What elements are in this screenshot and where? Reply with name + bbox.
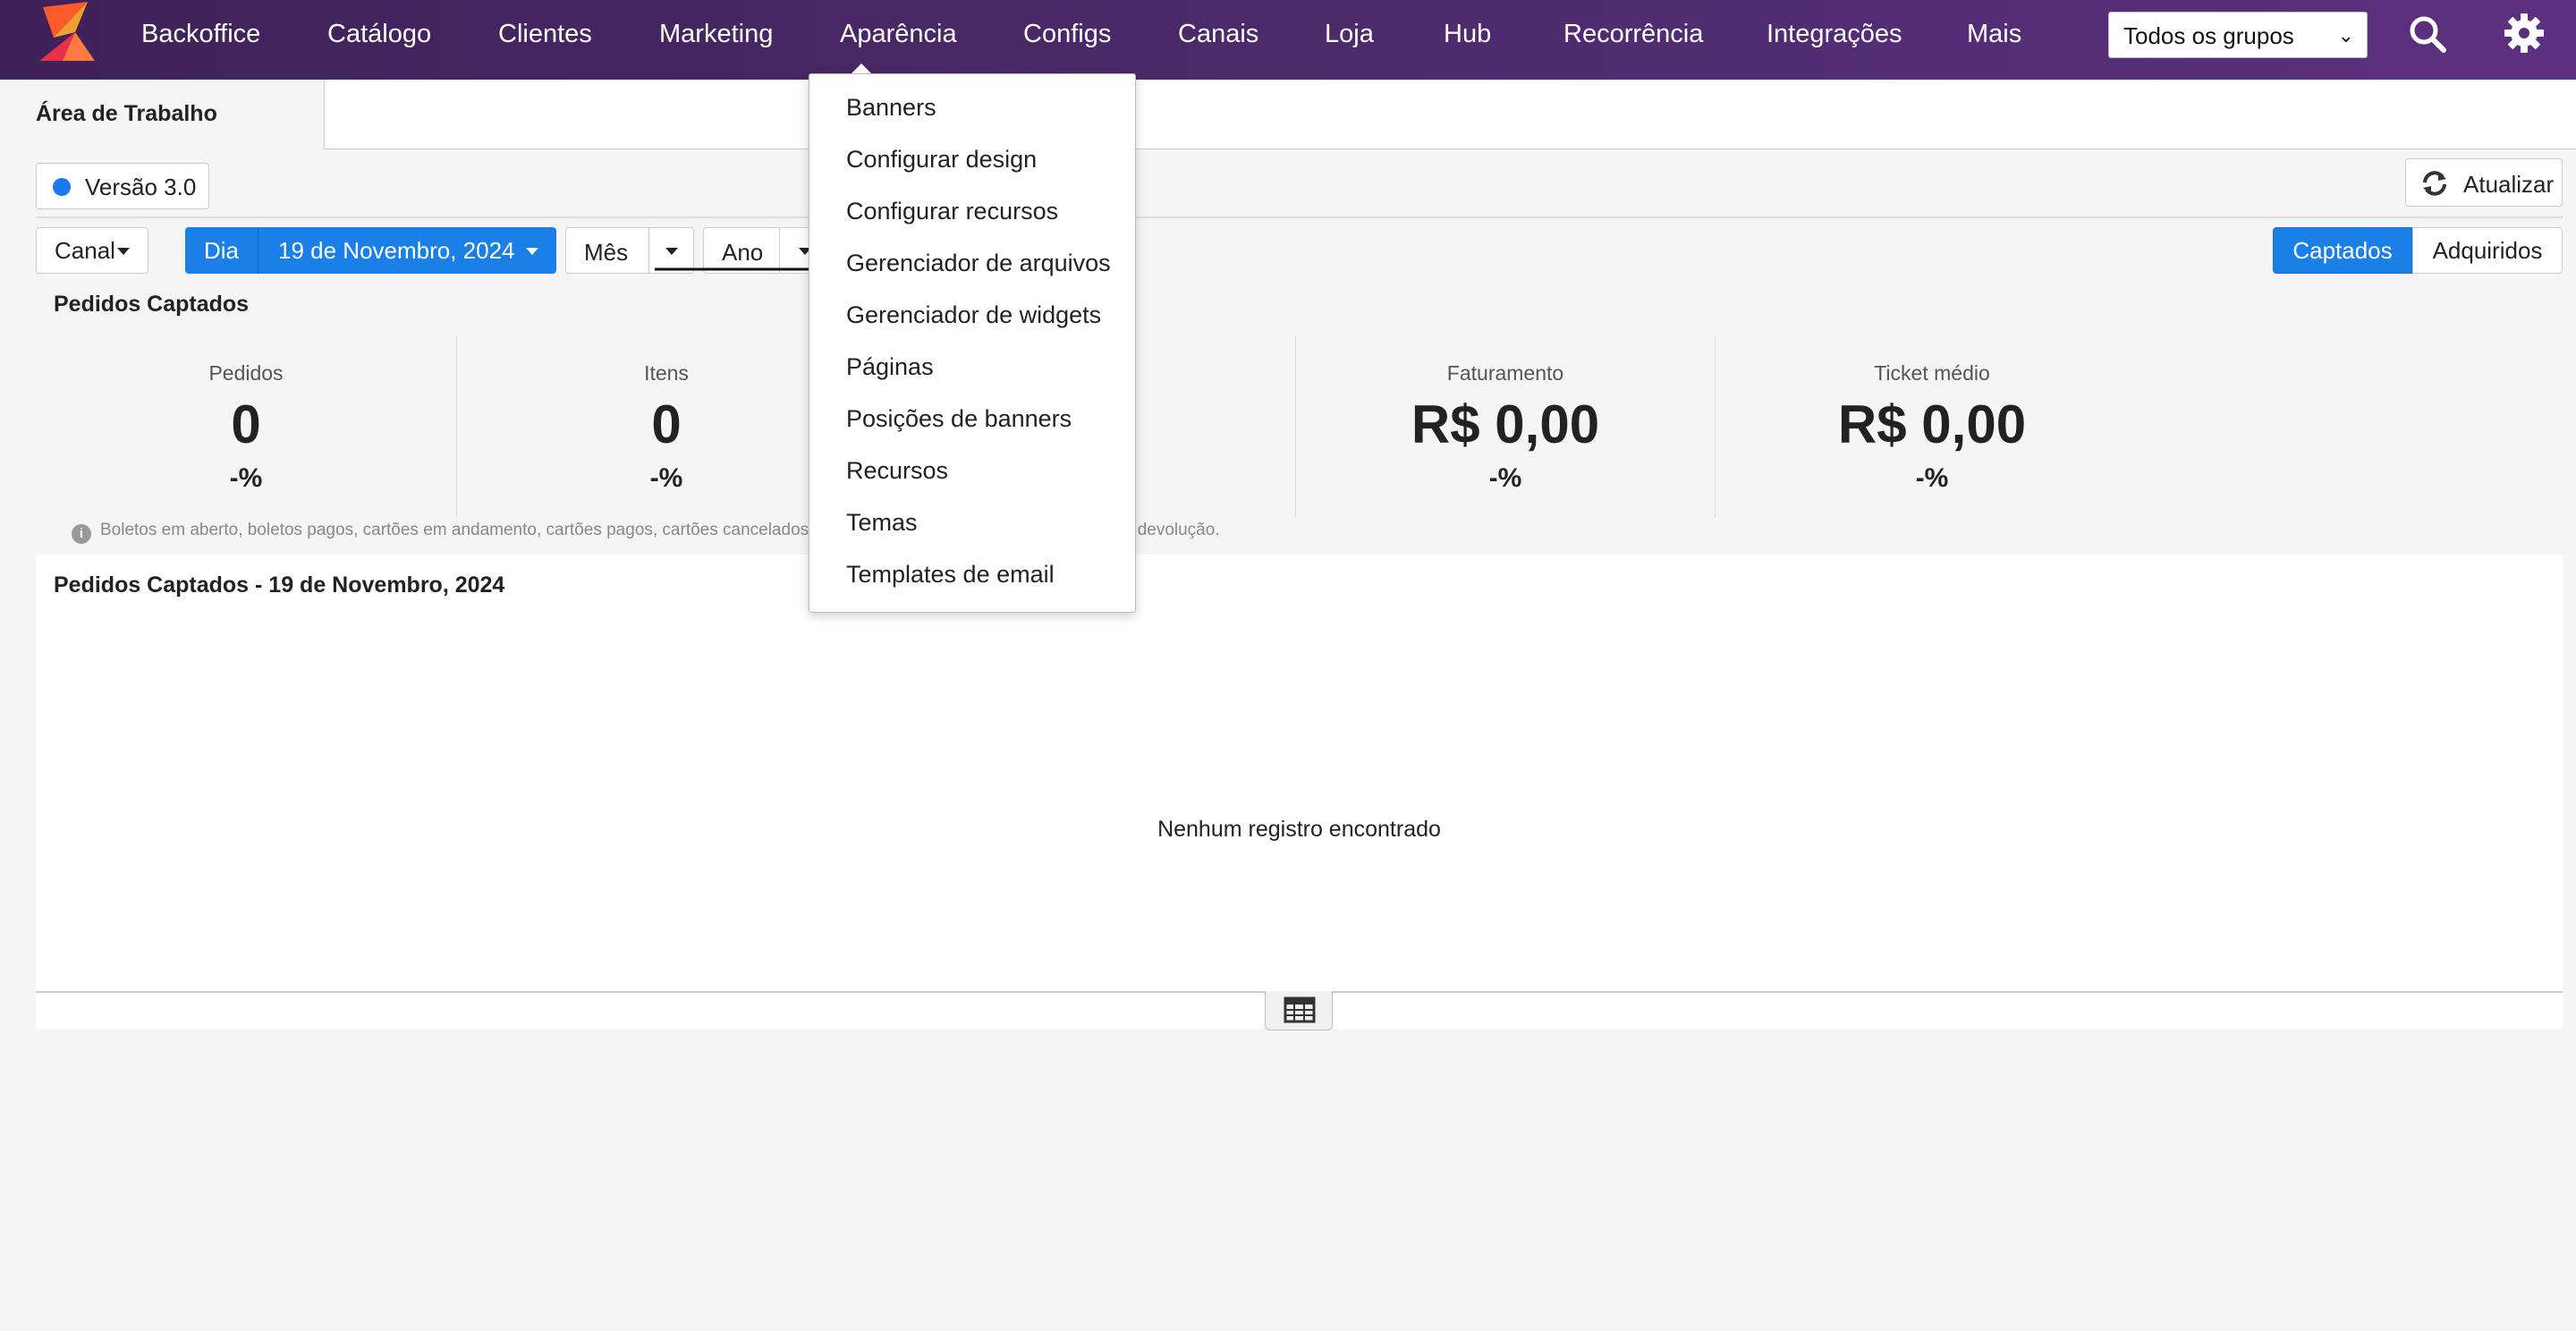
caret-down-icon xyxy=(117,248,130,255)
menu-item-temas[interactable]: Temas xyxy=(846,509,918,545)
stat-percent: -% xyxy=(1488,463,1522,493)
tab-label: Área de Trabalho xyxy=(36,101,217,126)
gear-icon[interactable] xyxy=(2504,13,2545,54)
divider xyxy=(1715,336,1716,517)
nav-catalogo[interactable]: Catálogo xyxy=(327,0,431,68)
empty-state: Nenhum registro encontrado xyxy=(1157,817,1441,842)
info-note-text: Boletos em aberto, boletos pagos, cartõe… xyxy=(100,521,837,539)
nav-clientes[interactable]: Clientes xyxy=(498,0,592,68)
status-dot xyxy=(53,178,71,196)
info-icon: i xyxy=(72,524,91,544)
stat-label: Ticket médio xyxy=(1874,361,1990,385)
table-view-button[interactable] xyxy=(1265,991,1333,1030)
workspace-tabs: Área de Trabalho xyxy=(0,80,2576,149)
nav-mais[interactable]: Mais xyxy=(1967,0,2021,68)
caret-down-icon[interactable] xyxy=(665,248,678,255)
menu-item-gerenciador-de-widgets[interactable]: Gerenciador de widgets xyxy=(846,301,1101,337)
separator xyxy=(648,228,649,273)
menu-item-recursos[interactable]: Recursos xyxy=(846,457,948,493)
stat-ticket-medio: Ticket médio R$ 0,00 -% xyxy=(1722,336,2142,515)
date-picker-group: Dia 19 de Novembro, 2024 xyxy=(185,227,556,274)
menu-item-banners[interactable]: Banners xyxy=(846,94,936,130)
toggle-captados[interactable]: Captados xyxy=(2273,227,2412,274)
nav-recorrencia[interactable]: Recorrência xyxy=(1563,0,1703,68)
stat-pedidos: Pedidos 0 -% xyxy=(36,336,456,515)
aparencia-dropdown-menu: Banners Configurar design Configurar rec… xyxy=(809,73,1136,613)
canal-dropdown[interactable]: Canal xyxy=(36,227,148,274)
nav-aparencia[interactable]: Aparência xyxy=(840,0,957,68)
menu-item-configurar-recursos[interactable]: Configurar recursos xyxy=(846,198,1058,233)
date-picker[interactable]: 19 de Novembro, 2024 xyxy=(258,227,556,274)
section-title: Pedidos Captados xyxy=(54,292,250,317)
divider xyxy=(36,216,2563,218)
refresh-icon xyxy=(2423,171,2446,196)
logo[interactable] xyxy=(36,2,104,63)
nav-loja[interactable]: Loja xyxy=(1325,0,1374,68)
stat-value: R$ 0,00 xyxy=(1837,394,2027,454)
month-label: Mês xyxy=(584,239,629,266)
table-icon xyxy=(1284,996,1316,1023)
group-select-value: Todos os grupos xyxy=(2123,22,2294,49)
refresh-label: Atualizar xyxy=(2463,171,2555,198)
stat-percent: -% xyxy=(229,463,263,493)
date-value: 19 de Novembro, 2024 xyxy=(278,237,515,264)
nav-configs[interactable]: Configs xyxy=(1023,0,1111,68)
refresh-button[interactable]: Atualizar xyxy=(2405,158,2563,207)
version-badge[interactable]: Versão 3.0 xyxy=(36,163,209,209)
nav-canais[interactable]: Canais xyxy=(1178,0,1258,68)
caret-down-icon xyxy=(526,248,538,255)
tab-area-de-trabalho[interactable]: Área de Trabalho xyxy=(0,80,324,149)
search-icon[interactable] xyxy=(2408,14,2447,54)
menu-item-gerenciador-de-arquivos[interactable]: Gerenciador de arquivos xyxy=(846,250,1111,285)
menu-item-templates-de-email[interactable]: Templates de email xyxy=(846,561,1055,597)
menu-item-posicoes-de-banners[interactable]: Posições de banners xyxy=(846,405,1072,441)
stat-percent: -% xyxy=(1915,463,1949,493)
menu-item-configurar-design[interactable]: Configurar design xyxy=(846,146,1037,182)
stat-label: Pedidos xyxy=(208,361,284,385)
nav-hub[interactable]: Hub xyxy=(1444,0,1491,68)
stat-label: Faturamento xyxy=(1446,361,1564,385)
info-note: i Boletos em aberto, boletos pagos, cartõ… xyxy=(72,521,837,544)
canal-label: Canal xyxy=(55,237,115,264)
period-day-button[interactable]: Dia xyxy=(185,227,258,274)
chart-panel: Pedidos Captados - 19 de Novembro, 2024 … xyxy=(36,555,2563,1029)
version-label: Versão 3.0 xyxy=(85,174,197,200)
panel-title: Pedidos Captados - 19 de Novembro, 2024 xyxy=(54,572,505,598)
nav-marketing[interactable]: Marketing xyxy=(659,0,773,68)
group-select[interactable]: Todos os grupos ⌄ xyxy=(2108,12,2368,58)
top-navbar: Backoffice Catálogo Clientes Marketing A… xyxy=(0,0,2576,80)
tab-strip xyxy=(324,80,2576,149)
stat-value: R$ 0,00 xyxy=(1411,394,1600,454)
nav-integracoes[interactable]: Integrações xyxy=(1767,0,1902,68)
stat-faturamento: Faturamento R$ 0,00 -% xyxy=(1295,336,1716,515)
stat-value: 0 xyxy=(231,394,261,454)
menu-item-paginas[interactable]: Páginas xyxy=(846,353,934,389)
chevron-down-icon: ⌄ xyxy=(2337,24,2354,47)
nav-backoffice[interactable]: Backoffice xyxy=(141,0,260,68)
toggle-adquiridos[interactable]: Adquiridos xyxy=(2412,227,2563,274)
